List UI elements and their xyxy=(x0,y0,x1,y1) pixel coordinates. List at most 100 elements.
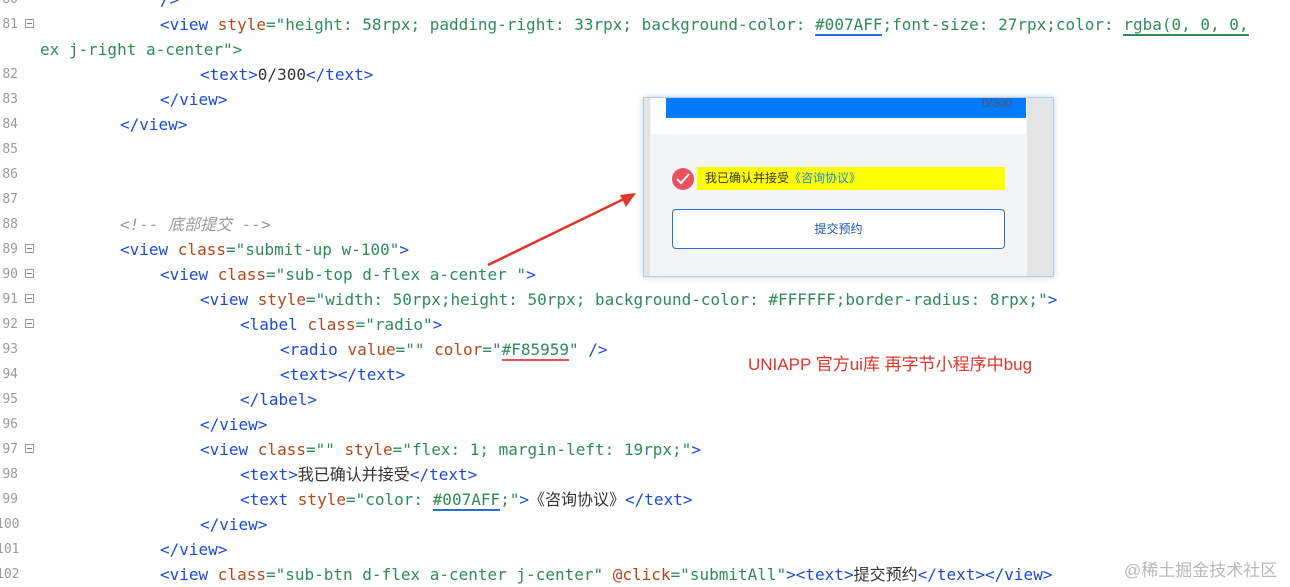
code-token: </text> xyxy=(625,490,693,509)
code-token: style xyxy=(344,440,393,459)
code-text: <radio value="" color="#F85959" /> xyxy=(280,337,608,362)
line-number: 101 xyxy=(0,542,20,557)
red-arrow-icon xyxy=(487,193,636,267)
code-line[interactable]: 97 <view class="" style="flex: 1; margin-… xyxy=(0,437,1290,462)
code-line[interactable]: 94 <text></text> xyxy=(0,362,1290,387)
agreement-row: 我已确认并接受《咨询协议》 xyxy=(697,167,1005,190)
code-token: ><text> xyxy=(786,565,854,584)
code-token: ="submit-up w-100" xyxy=(225,240,400,259)
code-line[interactable]: 101 </view> xyxy=(0,537,1290,562)
code-token: ="flex: 1; margin-left: 19rpx;" xyxy=(392,440,692,459)
code-token: <text xyxy=(240,490,298,509)
code-token: style xyxy=(217,15,266,34)
code-token: </text> xyxy=(409,465,478,484)
code-text: </view> xyxy=(120,112,187,137)
fold-toggle-icon[interactable] xyxy=(25,319,34,328)
code-token: ;" xyxy=(500,490,520,509)
code-token: </view> xyxy=(120,115,188,134)
code-line[interactable]: 91 <view style="width: 50rpx;height: 50rp… xyxy=(0,287,1290,312)
code-token: style xyxy=(297,490,346,509)
fold-toggle-icon[interactable] xyxy=(25,244,34,253)
code-text: <!-- 底部提交 --> xyxy=(120,212,271,237)
fold-toggle-icon[interactable] xyxy=(25,444,34,453)
code-line[interactable]: 81 <view style="height: 58rpx; padding-ri… xyxy=(0,12,1290,37)
code-text: <label class="radio"> xyxy=(240,312,442,337)
code-text: </view> xyxy=(200,412,267,437)
line-number: 91 xyxy=(2,292,18,307)
code-line[interactable]: 98 <text>我已确认并接受</text> xyxy=(0,462,1290,487)
code-token: class xyxy=(307,315,356,334)
code-token: > xyxy=(432,315,443,334)
line-number: 80 xyxy=(0,0,18,12)
code-token: =" xyxy=(482,340,502,359)
line-number: 94 xyxy=(2,367,18,382)
code-token: ="submitAll" xyxy=(670,565,787,584)
code-token: > xyxy=(1047,290,1058,309)
code-line[interactable]: 100 </view> xyxy=(0,512,1290,537)
agree-radio[interactable] xyxy=(672,168,694,190)
line-number: 85 xyxy=(2,142,18,157)
code-line[interactable]: 99 <text style="color: #007AFF;">《咨询协议》</… xyxy=(0,487,1290,512)
code-text: <view class="sub-btn d-flex a-center j-c… xyxy=(160,562,1052,587)
code-line[interactable]: 80 /> xyxy=(0,0,1290,12)
code-token: <view xyxy=(160,15,218,34)
code-token: <radio xyxy=(280,340,348,359)
code-token: 《咨询协议》 xyxy=(529,490,626,509)
code-token: </label> xyxy=(240,390,318,409)
code-token: </view> xyxy=(200,515,268,534)
code-token: <text> xyxy=(200,65,258,84)
line-number: 97 xyxy=(2,442,18,457)
agreement-link[interactable]: 《咨询协议》 xyxy=(789,171,861,185)
code-token: <!-- 底部提交 --> xyxy=(120,215,271,234)
code-token: ex j-right a-center"> xyxy=(40,40,243,59)
code-token: <view xyxy=(160,565,218,584)
code-token: > xyxy=(399,240,409,259)
code-token: <view xyxy=(200,290,258,309)
line-number: 81 xyxy=(2,17,18,32)
fold-toggle-icon[interactable] xyxy=(25,269,34,278)
code-text: <text>我已确认并接受</text> xyxy=(240,462,477,487)
code-token: class xyxy=(177,240,226,259)
line-number: 100 xyxy=(0,517,20,532)
agree-text: 我已确认并接受 xyxy=(705,171,790,185)
preview-scrollbar[interactable] xyxy=(1027,98,1053,276)
preview-blue-bar: 0/300 xyxy=(666,98,1026,118)
code-line[interactable]: 92 <label class="radio"> xyxy=(0,312,1290,337)
submit-button[interactable]: 提交预约 xyxy=(672,209,1005,249)
code-token: <text></text> xyxy=(280,365,406,384)
code-token: style xyxy=(257,290,306,309)
code-line[interactable]: 95 </label> xyxy=(0,387,1290,412)
line-number: 87 xyxy=(2,192,18,207)
code-line[interactable]: ex j-right a-center"> xyxy=(0,37,1290,62)
code-text: <text>0/300</text> xyxy=(200,62,373,87)
char-count: 0/300 xyxy=(981,97,1012,110)
code-token: </text></view> xyxy=(917,565,1053,584)
code-token: value xyxy=(347,340,396,359)
code-line[interactable]: 82 <text>0/300</text> xyxy=(0,62,1290,87)
code-token: </view> xyxy=(160,540,228,559)
watermark: @稀土掘金技术社区 xyxy=(1124,561,1278,580)
annotation-caption: UNIAPP 官方ui库 再字节小程序中bug xyxy=(748,355,1033,374)
fold-toggle-icon[interactable] xyxy=(25,19,34,28)
code-token: > xyxy=(691,440,701,459)
code-token: class xyxy=(217,565,266,584)
code-token: #007AFF xyxy=(815,15,883,36)
line-number: 86 xyxy=(2,167,18,182)
code-editor[interactable]: 80/>81<view style="height: 58rpx; paddin… xyxy=(0,0,1290,584)
line-number: 83 xyxy=(2,92,18,107)
code-text: <view style="width: 50rpx;height: 50rpx;… xyxy=(200,287,1057,312)
code-line[interactable]: 96 </view> xyxy=(0,412,1290,437)
code-token: #007AFF xyxy=(432,490,501,511)
fold-toggle-icon[interactable] xyxy=(25,294,34,303)
code-token: <view xyxy=(200,440,258,459)
code-token: #F85959 xyxy=(501,340,570,361)
code-token: </view> xyxy=(160,90,228,109)
code-line[interactable]: 93 <radio value="" color="#F85959" /> xyxy=(0,337,1290,362)
code-line[interactable]: 102 <view class="sub-btn d-flex a-center … xyxy=(0,562,1290,587)
code-text: </view> xyxy=(160,537,227,562)
code-token: ="" xyxy=(305,440,345,459)
code-token: ="sub-btn d-flex a-center j-center" xyxy=(265,565,613,584)
code-token: 我已确认并接受 xyxy=(297,465,410,484)
code-token: @click xyxy=(612,565,671,584)
line-number: 93 xyxy=(2,342,18,357)
